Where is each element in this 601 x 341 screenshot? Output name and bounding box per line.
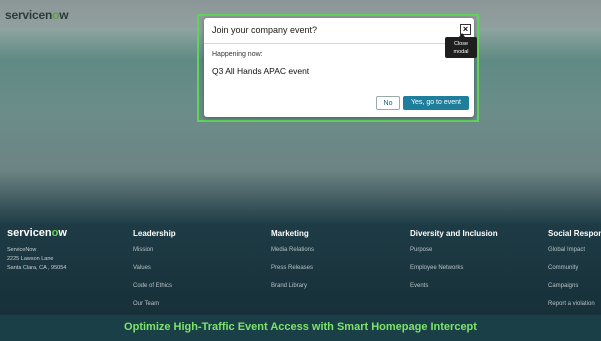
modal-subtitle: Happening now: xyxy=(212,51,263,58)
footer-link-events[interactable]: Events xyxy=(410,283,498,301)
footer-link-global-impact[interactable]: Global Impact xyxy=(548,247,601,265)
footer-link-brand-library[interactable]: Brand Library xyxy=(271,283,314,301)
footer-column-social: Social Responsi Global Impact Community … xyxy=(548,229,601,319)
address-city: Santa Clara, CA , 95054 xyxy=(7,265,67,271)
address-street: 2225 Lawson Lane xyxy=(7,256,54,262)
footer-address: ServiceNow 2225 Lawson Lane Santa Clara,… xyxy=(7,246,66,273)
caption-bar: Optimize High-Traffic Event Access with … xyxy=(0,315,601,341)
caption-text: Optimize High-Traffic Event Access with … xyxy=(124,321,477,333)
footer-column-title: Leadership xyxy=(133,229,176,238)
tooltip-line: modal xyxy=(453,49,469,55)
footer-link-community[interactable]: Community xyxy=(548,265,601,283)
footer-link-code-of-ethics[interactable]: Code of Ethics xyxy=(133,283,176,301)
modal-divider xyxy=(204,43,474,44)
footer-column-leadership: Leadership Mission Values Code of Ethics… xyxy=(133,229,176,319)
address-name: ServiceNow xyxy=(7,247,37,253)
event-name: Q3 All Hands APAC event xyxy=(212,66,310,76)
footer-logo[interactable]: servicenow xyxy=(7,227,67,239)
event-modal: Join your company event? × Happening now… xyxy=(204,18,474,117)
footer-link-purpose[interactable]: Purpose xyxy=(410,247,498,265)
footer-link-mission[interactable]: Mission xyxy=(133,247,176,265)
footer-link-values[interactable]: Values xyxy=(133,265,176,283)
footer-link-employee-networks[interactable]: Employee Networks xyxy=(410,265,498,283)
no-button[interactable]: No xyxy=(376,96,400,110)
go-to-event-button[interactable]: Yes, go to event xyxy=(403,96,469,110)
footer-link-media-relations[interactable]: Media Relations xyxy=(271,247,314,265)
modal-title: Join your company event? xyxy=(212,25,318,35)
footer-column-title: Diversity and Inclusion xyxy=(410,229,498,238)
servicenow-logo[interactable]: servicenow xyxy=(5,8,69,22)
footer-column-title: Social Responsi xyxy=(548,229,601,238)
footer-column-diversity: Diversity and Inclusion Purpose Employee… xyxy=(410,229,498,301)
footer-column-marketing: Marketing Media Relations Press Releases… xyxy=(271,229,314,301)
tooltip-line: Close xyxy=(453,41,469,47)
footer-column-title: Marketing xyxy=(271,229,309,238)
footer-link-campaigns[interactable]: Campaigns xyxy=(548,283,601,301)
close-modal-tooltip: Close modal xyxy=(445,33,477,58)
footer-link-press-releases[interactable]: Press Releases xyxy=(271,265,314,283)
